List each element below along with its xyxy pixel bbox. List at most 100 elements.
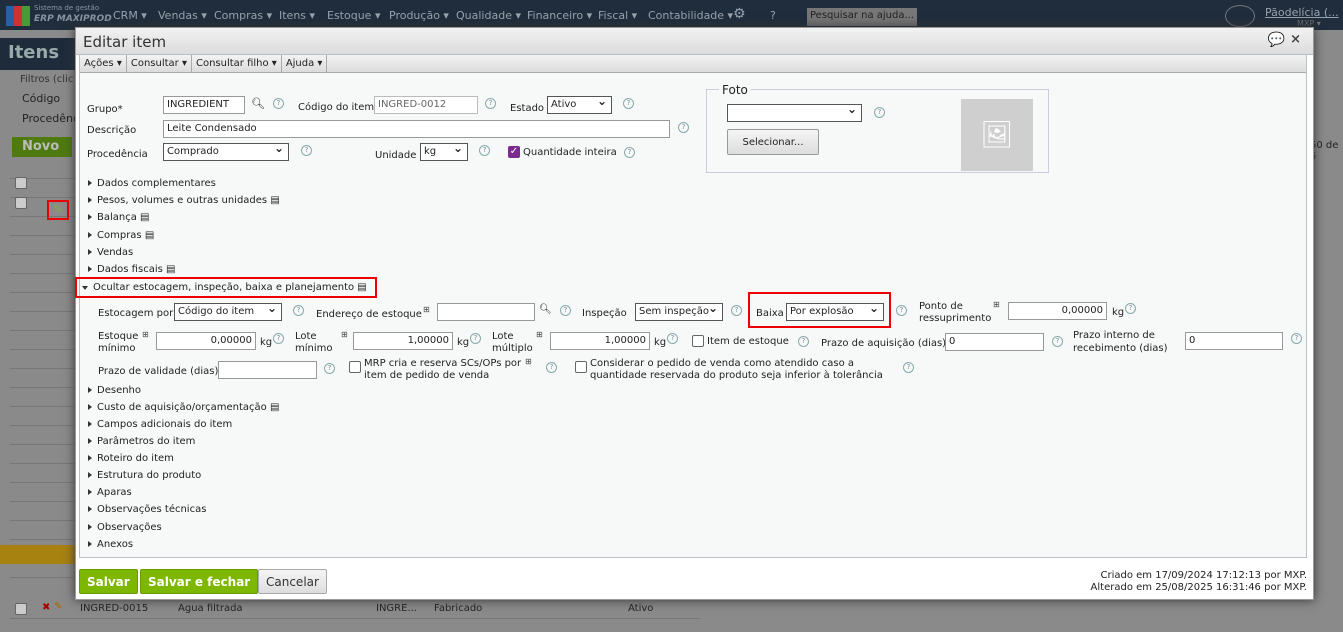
procedencia-select[interactable]: Comprado xyxy=(163,141,289,161)
help-icon[interactable]: ? xyxy=(546,362,557,373)
item-estoque-checkbox[interactable] xyxy=(692,335,704,347)
section-desenho[interactable]: Desenho xyxy=(88,385,141,396)
validade-input[interactable] xyxy=(218,361,317,379)
help-icon[interactable]: ? xyxy=(479,145,490,156)
section-estrutura[interactable]: Estrutura do produto xyxy=(88,470,201,481)
row-checkbox[interactable] xyxy=(15,177,27,189)
save-close-button[interactable]: Salvar e fechar xyxy=(140,569,259,594)
section-parametros[interactable]: Parâmetros do item xyxy=(88,436,195,447)
section-aparas[interactable]: Aparas xyxy=(88,487,132,498)
help-icon[interactable]: ? xyxy=(903,362,914,373)
help-icon[interactable]: ? xyxy=(1052,336,1063,347)
baixa-select[interactable]: Por explosão xyxy=(786,301,884,321)
edit-pencil-icon[interactable]: ✎ xyxy=(47,200,69,220)
close-icon[interactable]: × xyxy=(1290,32,1301,47)
expand-icon[interactable]: ⊞ xyxy=(341,330,348,339)
unidade-select[interactable]: kg xyxy=(420,141,468,161)
section-anexos[interactable]: Anexos xyxy=(88,539,133,550)
help-icon[interactable]: ? xyxy=(293,305,304,316)
comment-icon[interactable]: 💬 xyxy=(1268,32,1285,48)
help-icon[interactable]: ? xyxy=(470,333,481,344)
delete-icon[interactable]: ✖ xyxy=(42,602,50,613)
section-vendas[interactable]: Vendas xyxy=(88,247,133,258)
gear-icon[interactable]: ⚙ xyxy=(733,6,746,22)
expand-icon[interactable]: ⊞ xyxy=(525,357,532,366)
help-icon[interactable]: ? xyxy=(798,336,809,347)
menu-consultar-filho[interactable]: Consultar filho ▾ xyxy=(192,55,282,73)
ponto-input[interactable]: 0,00000 xyxy=(1008,302,1107,320)
section-dados-fiscais[interactable]: Dados fiscais ▤ xyxy=(88,264,175,275)
help-icon[interactable]: ? xyxy=(896,305,907,316)
lote-mult-input[interactable]: 1,00000 xyxy=(550,332,650,350)
help-icon[interactable]: ? xyxy=(324,363,335,374)
help-icon[interactable]: ? xyxy=(874,107,885,118)
menu-ajuda[interactable]: Ajuda ▾ xyxy=(282,55,328,73)
menu-qualidade[interactable]: Qualidade ▾ xyxy=(456,9,521,22)
help-icon[interactable]: ? xyxy=(560,305,571,316)
expand-icon[interactable]: ⊞ xyxy=(993,300,1000,309)
considerar-checkbox[interactable] xyxy=(575,361,587,373)
menu-financeiro[interactable]: Financeiro ▾ xyxy=(527,9,592,22)
help-icon[interactable]: ? xyxy=(623,98,634,109)
section-compras[interactable]: Compras ▤ xyxy=(88,230,154,241)
help-icon[interactable]: ? xyxy=(731,305,742,316)
menu-producao[interactable]: Produção ▾ xyxy=(389,9,449,22)
row-checkbox[interactable] xyxy=(15,197,27,209)
help-icon[interactable]: ? xyxy=(770,9,776,22)
prazo-aq-input[interactable]: 0 xyxy=(945,333,1044,351)
menu-contabilidade[interactable]: Contabilidade ▾ xyxy=(648,9,733,22)
section-balanca[interactable]: Balança ▤ xyxy=(88,212,150,223)
help-icon[interactable]: ? xyxy=(624,147,635,158)
menu-acoes[interactable]: Ações ▾ xyxy=(80,55,127,73)
menu-fiscal[interactable]: Fiscal ▾ xyxy=(598,9,637,22)
menu-consultar[interactable]: Consultar ▾ xyxy=(127,55,192,73)
descricao-input[interactable]: Leite Condensado xyxy=(163,120,670,138)
help-icon[interactable]: ? xyxy=(273,98,284,109)
new-button[interactable]: Novo xyxy=(12,137,72,157)
endereco-input[interactable] xyxy=(437,303,535,321)
help-icon[interactable]: ? xyxy=(678,122,689,133)
section-estocagem-toggle[interactable]: Ocultar estocagem, inspeção, baixa e pla… xyxy=(75,277,377,298)
menu-vendas[interactable]: Vendas ▾ xyxy=(158,9,207,22)
expand-icon[interactable]: ⊞ xyxy=(423,305,430,314)
inspecao-select[interactable]: Sem inspeção xyxy=(635,301,723,321)
section-dados-complementares[interactable]: Dados complementares xyxy=(88,178,216,189)
save-button[interactable]: Salvar xyxy=(79,569,138,594)
menu-itens[interactable]: Itens ▾ xyxy=(279,9,315,22)
section-roteiro[interactable]: Roteiro do item xyxy=(88,453,174,464)
expand-icon[interactable]: ⊞ xyxy=(142,330,149,339)
menu-estoque[interactable]: Estoque ▾ xyxy=(327,9,380,22)
foto-select[interactable] xyxy=(727,102,862,122)
help-search-input[interactable]: Pesquisar na ajuda... xyxy=(807,8,917,26)
help-icon[interactable]: ? xyxy=(273,333,284,344)
menu-compras[interactable]: Compras ▾ xyxy=(214,9,272,22)
expand-icon[interactable]: ⊞ xyxy=(536,330,543,339)
row-checkbox[interactable] xyxy=(15,603,27,615)
section-observacoes[interactable]: Observações xyxy=(88,522,162,533)
table-row[interactable]: ✖ ✎ INGRED-0015 Agua filtrada INGRE... F… xyxy=(10,600,700,619)
menu-crm[interactable]: CRM ▾ xyxy=(113,9,147,22)
help-icon[interactable]: ? xyxy=(301,145,312,156)
estocagem-select[interactable]: Código do item xyxy=(174,301,282,321)
est-min-input[interactable]: 0,00000 xyxy=(156,332,256,350)
section-campos-adicionais[interactable]: Campos adicionais do item xyxy=(88,419,232,430)
help-icon[interactable]: ? xyxy=(667,333,678,344)
codigo-input[interactable]: INGRED-0012 xyxy=(374,96,478,114)
help-icon[interactable]: ? xyxy=(1125,303,1136,314)
search-icon[interactable]: 🔍︎ xyxy=(539,304,552,315)
edit-pencil-icon[interactable]: ✎ xyxy=(54,601,62,612)
help-icon[interactable]: ? xyxy=(485,98,496,109)
selecionar-button[interactable]: Selecionar... xyxy=(727,129,819,155)
grupo-input[interactable]: INGREDIENT xyxy=(163,96,245,114)
cancel-button[interactable]: Cancelar xyxy=(258,569,327,594)
lote-min-input[interactable]: 1,00000 xyxy=(353,332,453,350)
qtd-inteira-checkbox[interactable]: ✓ xyxy=(508,146,520,158)
section-obs-tecnicas[interactable]: Observações técnicas xyxy=(88,504,206,515)
estado-select[interactable]: Ativo xyxy=(547,94,612,114)
company-link[interactable]: Pãodelícia (... xyxy=(1265,6,1339,19)
prazo-int-input[interactable]: 0 xyxy=(1185,332,1283,350)
mrp-checkbox[interactable] xyxy=(349,361,361,373)
section-custo[interactable]: Custo de aquisição/orçamentação ▤ xyxy=(88,402,279,413)
avatar[interactable] xyxy=(1225,5,1255,27)
search-icon[interactable]: 🔍︎ xyxy=(251,97,265,110)
